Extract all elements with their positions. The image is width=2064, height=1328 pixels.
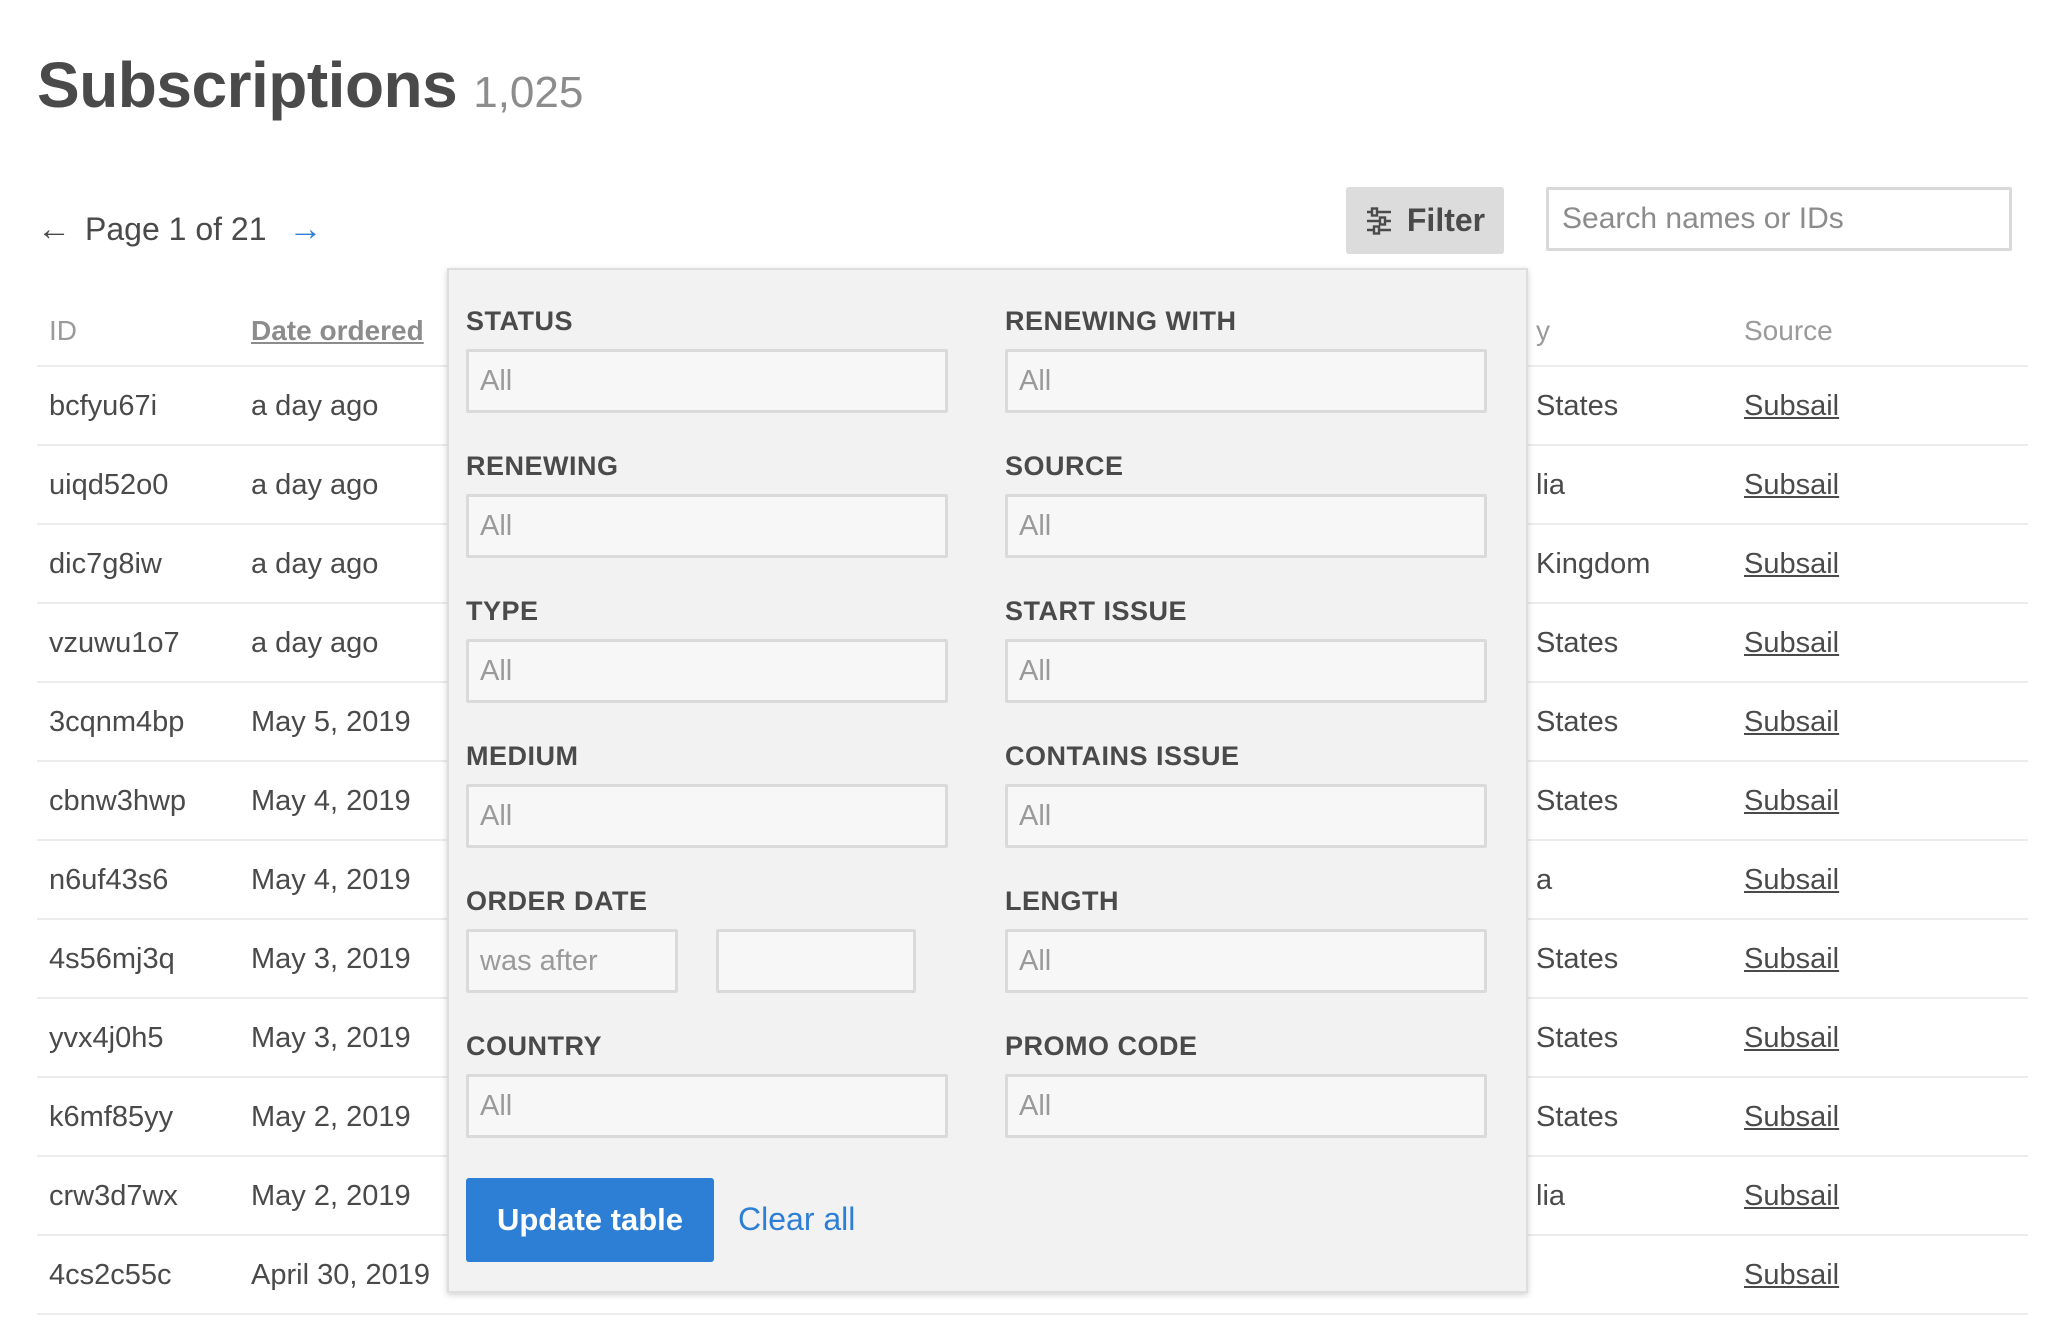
table-cell-id: yvx4j0h5 — [49, 1022, 164, 1054]
table-cell-date: May 2, 2019 — [251, 1180, 411, 1212]
table-cell-country: lia — [1536, 469, 1566, 501]
length-select[interactable]: All — [1005, 929, 1487, 993]
source-filter-label: SOURCE — [1005, 451, 1124, 481]
length-filter-label: LENGTH — [1005, 886, 1119, 916]
renewing-with-select[interactable]: All — [1005, 349, 1487, 413]
status-select[interactable]: All — [466, 349, 948, 413]
subscription-count: 1,025 — [473, 68, 584, 117]
filter-button[interactable]: Filter — [1346, 187, 1504, 254]
country-filter-label: COUNTRY — [466, 1031, 602, 1061]
table-cell-id: crw3d7wx — [49, 1180, 178, 1212]
page-indicator: Page 1 of 21 — [85, 211, 267, 247]
table-cell-date: May 4, 2019 — [251, 785, 411, 817]
table-cell-date: a day ago — [251, 390, 379, 422]
table-cell-date: May 2, 2019 — [251, 1101, 411, 1133]
table-cell-source-link[interactable]: Subsail — [1744, 390, 1839, 423]
next-page-arrow-icon[interactable]: → — [288, 210, 322, 249]
medium-select[interactable]: All — [466, 784, 948, 848]
column-header-source[interactable]: Source — [1744, 315, 1833, 347]
table-cell-country: States — [1536, 1101, 1619, 1133]
contains-issue-select[interactable]: All — [1005, 784, 1487, 848]
type-select[interactable]: All — [466, 639, 948, 703]
table-cell-country: States — [1536, 943, 1619, 975]
status-filter-label: STATUS — [466, 306, 573, 336]
table-cell-id: 4s56mj3q — [49, 943, 175, 975]
search-box — [1546, 187, 2012, 251]
table-cell-id: 3cqnm4bp — [49, 706, 185, 738]
table-cell-date: a day ago — [251, 548, 379, 580]
table-cell-source-link[interactable]: Subsail — [1744, 706, 1839, 739]
renewing-with-filter-label: RENEWING WITH — [1005, 306, 1237, 336]
table-cell-country: Kingdom — [1536, 548, 1651, 580]
table-cell-date: May 5, 2019 — [251, 706, 411, 738]
column-header-country[interactable]: y — [1536, 315, 1550, 347]
table-cell-source-link[interactable]: Subsail — [1744, 469, 1839, 502]
promo-code-select[interactable]: All — [1005, 1074, 1487, 1138]
table-cell-country: States — [1536, 785, 1619, 817]
table-cell-source-link[interactable]: Subsail — [1744, 1259, 1839, 1292]
table-cell-id: uiqd52o0 — [49, 469, 169, 501]
column-header-date-ordered[interactable]: Date ordered — [251, 315, 424, 347]
order-date-input[interactable] — [716, 929, 916, 993]
medium-filter-label: MEDIUM — [466, 741, 579, 771]
table-cell-source-link[interactable]: Subsail — [1744, 548, 1839, 581]
table-cell-country: States — [1536, 706, 1619, 738]
table-cell-source-link[interactable]: Subsail — [1744, 785, 1839, 818]
clear-all-link[interactable]: Clear all — [738, 1201, 855, 1238]
renewing-select[interactable]: All — [466, 494, 948, 558]
table-cell-country: States — [1536, 390, 1619, 422]
table-cell-date: May 4, 2019 — [251, 864, 411, 896]
table-cell-id: bcfyu67i — [49, 390, 158, 422]
table-cell-country: lia — [1536, 1180, 1566, 1212]
filter-panel: STATUS All RENEWING All TYPE All MEDIUM … — [447, 268, 1528, 1293]
update-table-button[interactable]: Update table — [466, 1178, 714, 1262]
contains-issue-filter-label: CONTAINS ISSUE — [1005, 741, 1240, 771]
table-cell-id: 4cs2c55c — [49, 1259, 172, 1291]
column-header-id[interactable]: ID — [49, 315, 77, 347]
prev-page-arrow-icon[interactable]: ← — [37, 210, 71, 249]
table-cell-source-link[interactable]: Subsail — [1744, 1180, 1839, 1213]
country-select[interactable]: All — [466, 1074, 948, 1138]
table-cell-country: States — [1536, 1022, 1619, 1054]
table-cell-date: April 30, 2019 — [251, 1259, 430, 1291]
search-input[interactable] — [1549, 190, 2009, 248]
table-cell-id: cbnw3hwp — [49, 785, 187, 817]
promo-code-filter-label: PROMO CODE — [1005, 1031, 1198, 1061]
table-cell-source-link[interactable]: Subsail — [1744, 864, 1839, 897]
table-cell-country: States — [1536, 627, 1619, 659]
start-issue-filter-label: START ISSUE — [1005, 596, 1188, 626]
table-cell-date: a day ago — [251, 627, 379, 659]
table-cell-source-link[interactable]: Subsail — [1744, 1022, 1839, 1055]
table-cell-id: dic7g8iw — [49, 548, 162, 580]
source-select[interactable]: All — [1005, 494, 1487, 558]
table-cell-source-link[interactable]: Subsail — [1744, 627, 1839, 660]
table-cell-date: May 3, 2019 — [251, 943, 411, 975]
table-cell-source-link[interactable]: Subsail — [1744, 943, 1839, 976]
table-cell-id: vzuwu1o7 — [49, 627, 180, 659]
order-date-operator-select[interactable]: was after — [466, 929, 678, 993]
page-title: Subscriptions — [37, 49, 458, 121]
sliders-icon — [1366, 206, 1391, 235]
filter-button-label: Filter — [1406, 202, 1486, 238]
table-cell-id: n6uf43s6 — [49, 864, 169, 896]
table-cell-country: a — [1536, 864, 1553, 896]
pagination: ← Page 1 of 21 → — [37, 210, 322, 249]
table-cell-date: a day ago — [251, 469, 379, 501]
renewing-filter-label: RENEWING — [466, 451, 619, 481]
type-filter-label: TYPE — [466, 596, 539, 626]
order-date-filter-label: ORDER DATE — [466, 886, 648, 916]
table-cell-id: k6mf85yy — [49, 1101, 174, 1133]
table-cell-source-link[interactable]: Subsail — [1744, 1101, 1839, 1134]
page-header: Subscriptions 1,025 — [37, 48, 583, 122]
start-issue-select[interactable]: All — [1005, 639, 1487, 703]
table-cell-date: May 3, 2019 — [251, 1022, 411, 1054]
